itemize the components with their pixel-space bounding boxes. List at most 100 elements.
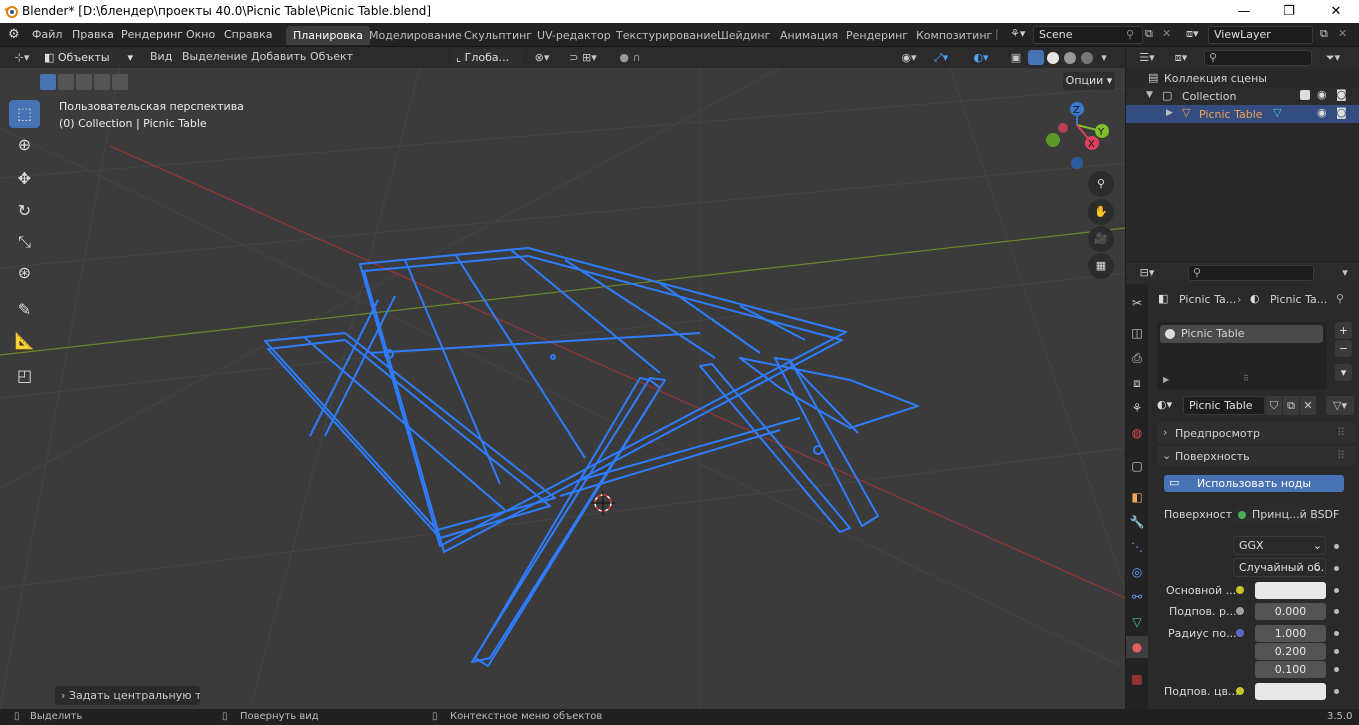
duplicate-material-icon[interactable]: ⧉	[1283, 396, 1299, 415]
texture-tab-icon[interactable]: ▩	[1126, 668, 1148, 690]
mesh-data-icon[interactable]: ▽	[1273, 106, 1281, 119]
subsurface-weight-field[interactable]: 0.000	[1255, 603, 1326, 620]
workspace-tab-sculpting[interactable]: Скульптинг	[457, 26, 539, 45]
outliner-editor-icon[interactable]: ☰▾	[1134, 49, 1160, 66]
menu-file[interactable]: Файл	[32, 28, 62, 41]
resize-grip-icon[interactable]: ⠿	[1243, 374, 1249, 383]
viewport-menu-select[interactable]: Выделение	[182, 50, 248, 63]
drag-grip-icon[interactable]: ⠿	[1337, 449, 1345, 462]
move-tool[interactable]: ✥	[9, 165, 40, 193]
select-mode-new-icon[interactable]	[40, 74, 56, 90]
proportional-edit-icon[interactable]: ● ∩	[608, 49, 652, 66]
snap-icon[interactable]: ⊃ ⊞▾	[560, 49, 606, 66]
chevron-down-icon[interactable]: ▾	[1338, 264, 1352, 281]
menu-window[interactable]: Окно	[186, 28, 215, 41]
select-mode-extend-icon[interactable]	[58, 74, 74, 90]
pivot-icon[interactable]: ⊗▾	[528, 49, 556, 66]
shading-rendered-icon[interactable]	[1081, 52, 1093, 64]
pin-icon[interactable]: ⚲	[1336, 292, 1344, 305]
browse-material-icon[interactable]: ◐▾	[1157, 398, 1172, 411]
breadcrumb-material[interactable]: Picnic Ta...	[1270, 293, 1327, 306]
use-nodes-button[interactable]: Использовать ноды	[1164, 475, 1344, 492]
visibility-icon[interactable]: ◉▾	[895, 49, 923, 66]
expand-chevron-icon[interactable]: ▶	[1166, 108, 1173, 118]
subsurface-radius-y-field[interactable]: 0.200	[1255, 643, 1326, 660]
particles-tab-icon[interactable]: ⋱	[1126, 536, 1148, 558]
material-name-field[interactable]: Picnic Table	[1183, 396, 1265, 415]
expand-chevron-icon[interactable]: ▼	[1146, 90, 1153, 100]
select-mode-invert-icon[interactable]	[94, 74, 110, 90]
anim-dot[interactable]	[1334, 588, 1339, 593]
last-operation-panel[interactable]: › Задать центральную точк	[55, 686, 200, 705]
shading-wireframe-icon[interactable]	[1028, 50, 1044, 65]
xray-icon[interactable]: ▣	[1006, 49, 1026, 66]
subsurface-color-swatch[interactable]	[1255, 683, 1326, 700]
outliner-row-collection[interactable]: ▼ ▢ Collection ◉ ◙	[1126, 87, 1359, 105]
workspace-tab-texture[interactable]: Текстурирование	[609, 26, 724, 45]
transform-orientation-dropdown[interactable]: ⌞ Глоба...	[452, 49, 522, 66]
expand-chevron-icon[interactable]: ▶	[1163, 375, 1169, 384]
viewlayer-selector[interactable]: ViewLayer	[1208, 26, 1313, 44]
workspace-tab-uv[interactable]: UV-редактор	[530, 26, 618, 45]
anim-dot[interactable]	[1334, 649, 1339, 654]
outliner-search-input[interactable]: ⚲	[1204, 50, 1312, 66]
surface-shader-field[interactable]: Принц...й BSDF	[1233, 506, 1339, 524]
anim-dot[interactable]	[1334, 544, 1339, 549]
workspace-tab-modeling[interactable]: Моделирование	[362, 26, 469, 45]
overlay-toggle-icon[interactable]: ◐▾	[964, 49, 998, 66]
outliner-row-scene-collection[interactable]: ▤ Коллекция сцены	[1126, 69, 1359, 87]
add-slot-button[interactable]: +	[1335, 322, 1352, 339]
anim-dot[interactable]	[1334, 667, 1339, 672]
scene-tab-icon[interactable]: ⚘	[1126, 397, 1148, 419]
preview-panel-header[interactable]: › Предпросмотр ⠿	[1157, 423, 1356, 443]
data-tab-icon[interactable]: ▽	[1126, 611, 1148, 633]
cursor-tool[interactable]: ⊕	[9, 131, 40, 159]
menu-help[interactable]: Справка	[224, 28, 272, 41]
shading-options-chevron-icon[interactable]: ▾	[1097, 49, 1111, 66]
workspace-tab-layout[interactable]: Планировка	[286, 26, 370, 45]
viewport-menu-view[interactable]: Вид	[150, 50, 172, 63]
material-tab-icon[interactable]: ●	[1126, 636, 1148, 658]
select-box-tool[interactable]: ⬚	[9, 100, 40, 128]
anim-dot[interactable]	[1334, 609, 1339, 614]
workspace-tab-shading[interactable]: Шейдинг	[710, 26, 777, 45]
annotate-tool[interactable]: ✎	[9, 296, 40, 324]
shading-material-icon[interactable]	[1064, 52, 1076, 64]
new-viewlayer-icon[interactable]: ⧉	[1320, 27, 1328, 41]
viewport-menu-add[interactable]: Добавить	[251, 50, 306, 63]
blender-menu-icon[interactable]: ⚙	[8, 27, 20, 42]
modifier-tab-icon[interactable]: 🔧	[1126, 511, 1148, 533]
exclude-checkbox[interactable]	[1300, 90, 1310, 100]
physics-tab-icon[interactable]: ◎	[1126, 561, 1148, 583]
remove-slot-button[interactable]: −	[1335, 340, 1352, 357]
pan-hand-icon[interactable]: ✋	[1088, 199, 1114, 225]
workspace-tab-animation[interactable]: Анимация	[773, 26, 845, 45]
base-color-swatch[interactable]	[1255, 582, 1326, 599]
link-data-icon[interactable]: ▽▾	[1326, 396, 1354, 415]
constraints-tab-icon[interactable]: ⚯	[1126, 586, 1148, 608]
subsurface-method-dropdown[interactable]: Случайный об... ⌄	[1233, 558, 1326, 577]
editor-type-icon[interactable]: ⊹▾	[8, 49, 36, 66]
filter-icon[interactable]: ⏷▾	[1320, 49, 1346, 66]
workspace-tab-compositing[interactable]: Композитинг	[909, 26, 999, 45]
picnic-table-wireframe[interactable]	[264, 247, 919, 667]
anim-dot[interactable]	[1334, 631, 1339, 636]
close-button[interactable]: ✕	[1313, 0, 1359, 23]
render-camera-icon[interactable]: ◙	[1336, 88, 1347, 101]
pin-icon[interactable]: ⚲	[1126, 28, 1134, 41]
viewport-menu-object[interactable]: Объект	[310, 50, 353, 63]
subsurface-radius-x-field[interactable]: 1.000	[1255, 625, 1326, 642]
anim-dot[interactable]	[1334, 566, 1339, 571]
scale-tool[interactable]: ⤡	[9, 228, 40, 256]
fake-user-shield-icon[interactable]: ⛉	[1266, 396, 1282, 415]
output-tab-icon[interactable]: ⎙	[1126, 347, 1148, 369]
zoom-icon[interactable]: ⚲	[1088, 171, 1114, 197]
camera-icon[interactable]: 🎥	[1088, 226, 1114, 252]
3d-viewport[interactable]: Z Y X ⬚ ⊕ ✥ ↻ ⤡ ⊛ ✎ 📐 ◰ Пользовательская…	[0, 68, 1125, 709]
display-mode-icon[interactable]: ⧈▾	[1168, 49, 1194, 66]
options-dropdown[interactable]: Опции ▾	[1063, 72, 1115, 90]
material-slot-row[interactable]: Picnic Table	[1160, 325, 1323, 343]
gizmo-toggle-icon[interactable]: ⤢▾	[926, 49, 956, 66]
visibility-eye-icon[interactable]: ◉	[1317, 106, 1327, 119]
add-cube-tool[interactable]: ◰	[9, 362, 40, 390]
